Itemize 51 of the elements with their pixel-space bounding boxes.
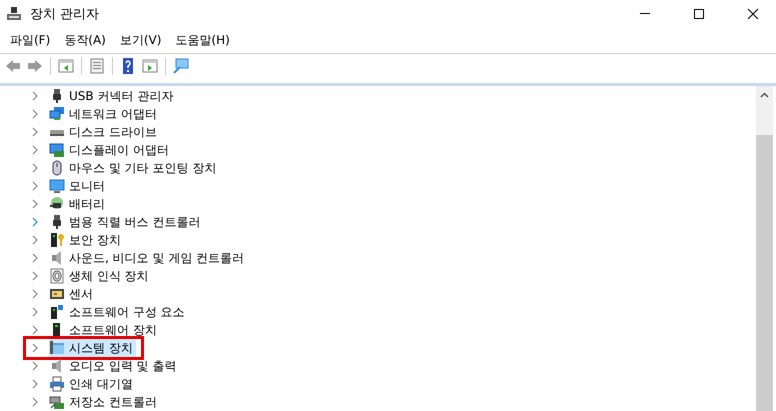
tree-item[interactable]: 센서 bbox=[49, 285, 96, 303]
tree-item[interactable]: 사운드, 비디오 및 게임 컨트롤러 bbox=[49, 249, 248, 267]
tree-item[interactable]: 마우스 및 기타 포인팅 장치 bbox=[49, 159, 220, 177]
storage-controller-icon bbox=[49, 394, 65, 410]
forward-arrow-icon bbox=[27, 58, 43, 74]
sensor-icon bbox=[49, 286, 65, 302]
security-key-icon bbox=[49, 232, 65, 248]
close-icon bbox=[747, 8, 759, 20]
back-arrow-icon bbox=[5, 58, 21, 74]
tree-item[interactable]: 인쇄 대기열 bbox=[49, 375, 136, 393]
network-monitors-icon bbox=[49, 106, 65, 122]
tree-item[interactable]: 디스크 드라이브 bbox=[49, 123, 160, 141]
up-caret-icon bbox=[760, 92, 769, 98]
tree-item[interactable]: 범용 직렬 버스 컨트롤러 bbox=[49, 213, 204, 231]
properties-icon bbox=[89, 58, 105, 74]
tree-item[interactable]: 네트워크 어댑터 bbox=[49, 105, 160, 123]
printer-icon bbox=[49, 376, 65, 392]
action-pane-icon bbox=[142, 58, 158, 74]
maximize-icon bbox=[693, 8, 705, 20]
help-icon bbox=[120, 58, 136, 74]
menu-item[interactable]: 동작(A) bbox=[57, 32, 113, 49]
monitor-scan-icon bbox=[173, 58, 189, 74]
display-card-icon bbox=[49, 142, 65, 158]
tree-item[interactable]: 저장소 컨트롤러 bbox=[49, 393, 160, 411]
tree-item[interactable]: 소프트웨어 장치 bbox=[49, 321, 160, 339]
tree-item[interactable]: USB 커넥터 관리자 bbox=[49, 87, 176, 105]
monitor-icon bbox=[49, 178, 65, 194]
scroll-thumb[interactable] bbox=[756, 135, 773, 411]
menu-item[interactable]: 보기(V) bbox=[112, 32, 168, 49]
tree-item[interactable]: 시스템 장치 bbox=[49, 339, 136, 357]
tree-item[interactable]: 보안 장치 bbox=[49, 231, 124, 249]
tree-item[interactable]: 소프트웨어 구성 요소 bbox=[49, 303, 188, 321]
window-title: 장치 관리자 bbox=[30, 6, 100, 23]
tree-item[interactable]: 모니터 bbox=[49, 177, 108, 195]
tree-item[interactable]: 생체 인식 장치 bbox=[49, 267, 152, 285]
tree-item[interactable]: 오디오 입력 및 출력 bbox=[49, 357, 180, 375]
tree-item[interactable]: 배터리 bbox=[49, 195, 108, 213]
toolbar-button[interactable] bbox=[88, 57, 106, 75]
toolbar-button[interactable] bbox=[141, 57, 159, 75]
toolbar-button[interactable] bbox=[57, 57, 75, 75]
system-folder-icon bbox=[49, 340, 65, 356]
battery-icon bbox=[49, 196, 65, 212]
tree-item[interactable]: 디스플레이 어댑터 bbox=[49, 141, 172, 159]
console-tree-icon bbox=[58, 58, 74, 74]
scrollbar[interactable] bbox=[756, 86, 773, 411]
menu-item[interactable]: 파일(F) bbox=[3, 32, 58, 49]
software-component-icon bbox=[49, 304, 65, 320]
fingerprint-icon bbox=[49, 268, 65, 284]
device-manager-icon bbox=[6, 6, 22, 22]
toolbar-button[interactable] bbox=[172, 57, 190, 75]
menu-item[interactable]: 도움말(H) bbox=[168, 32, 237, 49]
